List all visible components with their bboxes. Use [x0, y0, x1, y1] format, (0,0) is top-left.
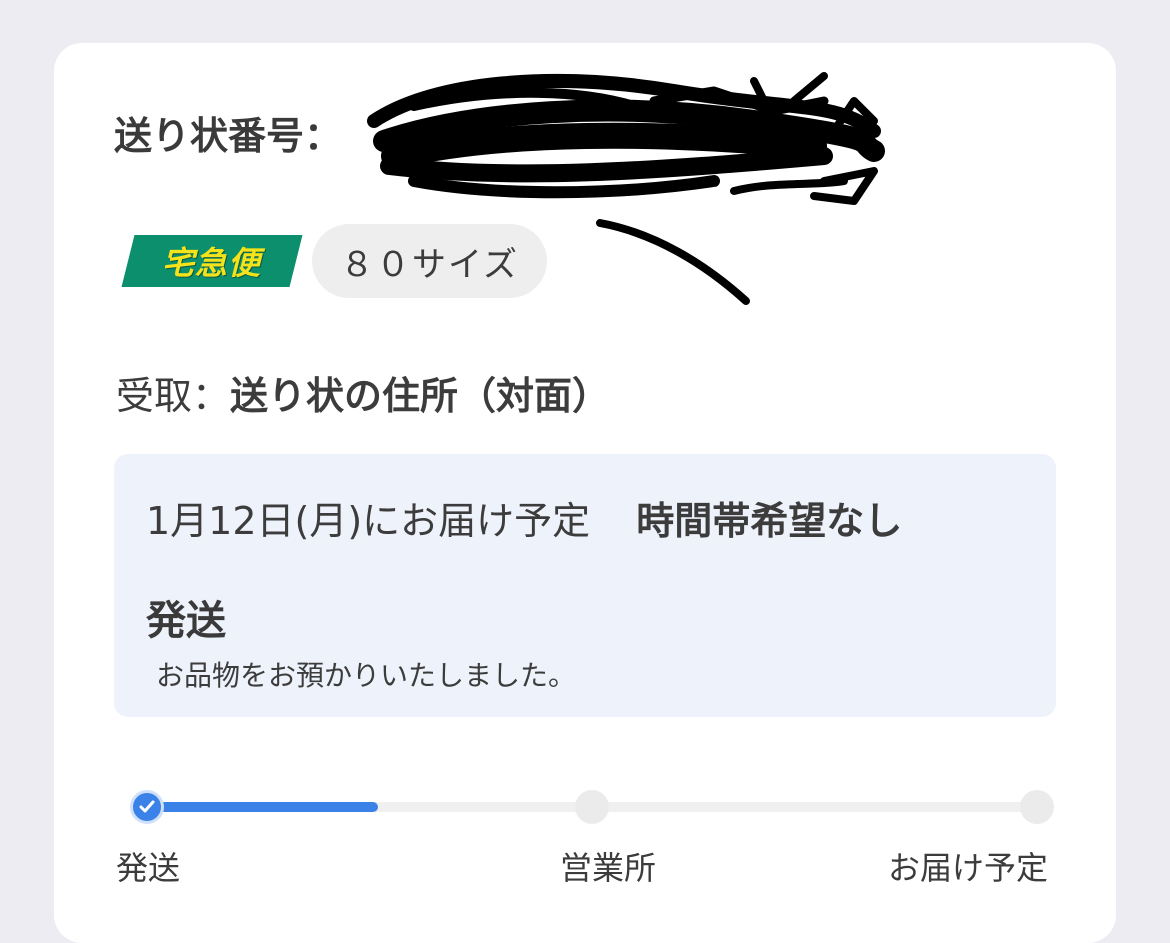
redaction-scribble	[367, 72, 885, 205]
receive-method-row: 受取：送り状の住所（対面）	[116, 365, 610, 420]
delivery-progress-bar	[130, 790, 1054, 824]
step-dot-delivery	[1020, 790, 1054, 824]
checkmark-icon	[139, 800, 155, 813]
carrier-logo: 宅急便	[121, 235, 303, 287]
shipment-card: 送り状番号： 宅急便 ８０サイズ 受取：送り状の住所（対面） 1月12日(月)に…	[54, 43, 1116, 943]
status-title: 発送	[146, 598, 226, 644]
step-label-delivery: お届け予定	[888, 849, 1049, 887]
delivery-status-panel: 1月12日(月)にお届け予定 時間帯希望なし 発送 お品物をお預かりいたしました。	[114, 454, 1056, 717]
step-dot-shipped	[130, 790, 164, 824]
tracking-number-row: 送り状番号：	[114, 105, 342, 160]
step-label-shipped: 発送	[116, 849, 181, 887]
time-preference: 時間帯希望なし	[636, 499, 903, 543]
progress-fill	[146, 802, 378, 812]
receive-label: 受取：	[116, 374, 231, 418]
pen-stroke-mark	[596, 219, 750, 305]
tracking-number-label: 送り状番号：	[114, 114, 343, 158]
delivery-date: 1月12日(月)にお届け予定	[146, 499, 591, 543]
status-description: お品物をお預かりいたしました。	[156, 659, 577, 692]
package-size-badge: ８０サイズ	[312, 224, 547, 298]
package-size-label: ８０サイズ	[340, 244, 519, 285]
receive-value: 送り状の住所（対面）	[230, 374, 611, 418]
carrier-badge-row: 宅急便 ８０サイズ	[121, 223, 547, 299]
step-label-office: 営業所	[560, 849, 657, 887]
step-dot-office	[575, 790, 609, 824]
delivery-schedule: 1月12日(月)にお届け予定 時間帯希望なし	[146, 490, 902, 545]
